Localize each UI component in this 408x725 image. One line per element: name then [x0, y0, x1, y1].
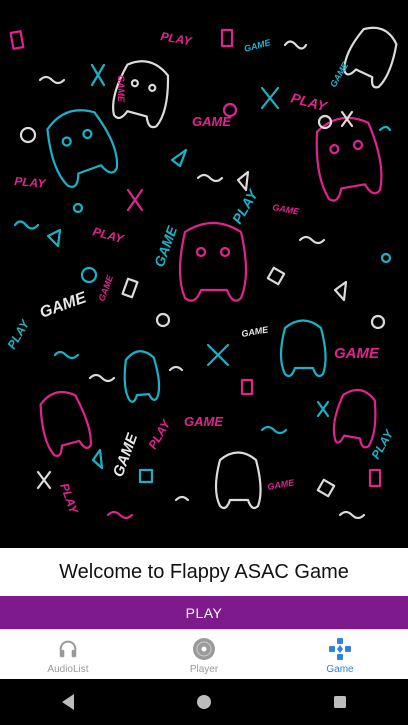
controller-icon: [39, 390, 92, 457]
game-decal: GAME: [243, 37, 273, 54]
play-decal: PLAY: [159, 29, 193, 48]
controller-icon: [46, 109, 119, 188]
disc-icon: [192, 636, 216, 662]
nav-item-player[interactable]: Player: [136, 630, 272, 680]
play-decal: PLAY: [229, 186, 262, 227]
game-decal: GAME: [116, 75, 126, 103]
home-icon[interactable]: [184, 682, 224, 722]
play-decal: PLAY: [289, 89, 330, 114]
game-decal: GAME: [267, 477, 296, 492]
controller-icon: [343, 26, 398, 89]
welcome-message: Welcome to Flappy ASAC Game: [0, 548, 408, 596]
recents-icon[interactable]: [320, 682, 360, 722]
play-decal: PLAY: [145, 417, 173, 452]
game-decal: GAME: [110, 430, 142, 479]
game-decal: GAME: [151, 223, 181, 269]
game-decal: GAME: [241, 324, 270, 339]
controller-icon: [178, 221, 248, 302]
game-decal: GAME: [272, 202, 301, 217]
nav-label: Game: [326, 663, 354, 675]
controller-icon: [214, 451, 262, 510]
controller-icon: [332, 388, 377, 449]
nav-item-game[interactable]: Game: [272, 630, 408, 680]
controller-icon: [279, 319, 327, 378]
play-decal: PLAY: [14, 174, 47, 191]
nav-label: AudioList: [47, 663, 89, 675]
game-decal: GAME: [38, 289, 90, 322]
gamepad-icon: [328, 636, 352, 662]
game-decal: GAME: [334, 345, 380, 362]
game-background-pattern: PLAY PLAY PLAY PLAY PLAY PLAY PLAY PLAY …: [0, 0, 408, 548]
bottom-navigation: AudioList Player Game: [0, 629, 408, 680]
play-decal: PLAY: [4, 317, 32, 352]
game-decal: GAME: [192, 114, 231, 129]
play-decal: PLAY: [57, 481, 81, 516]
game-decal: GAME: [184, 414, 223, 429]
nav-label: Player: [189, 663, 219, 675]
play-button[interactable]: PLAY: [0, 596, 408, 629]
nav-item-audiolist[interactable]: AudioList: [0, 630, 136, 680]
headphones-icon: [57, 636, 79, 662]
game-decal: GAME: [96, 273, 115, 303]
play-decal: PLAY: [368, 427, 396, 462]
system-navigation-bar: [0, 679, 408, 725]
controller-icon: [123, 350, 161, 403]
back-icon[interactable]: [48, 682, 88, 722]
play-decal: PLAY: [91, 224, 126, 246]
gaming-doodle-art: PLAY PLAY PLAY PLAY PLAY PLAY PLAY PLAY …: [4, 26, 398, 520]
